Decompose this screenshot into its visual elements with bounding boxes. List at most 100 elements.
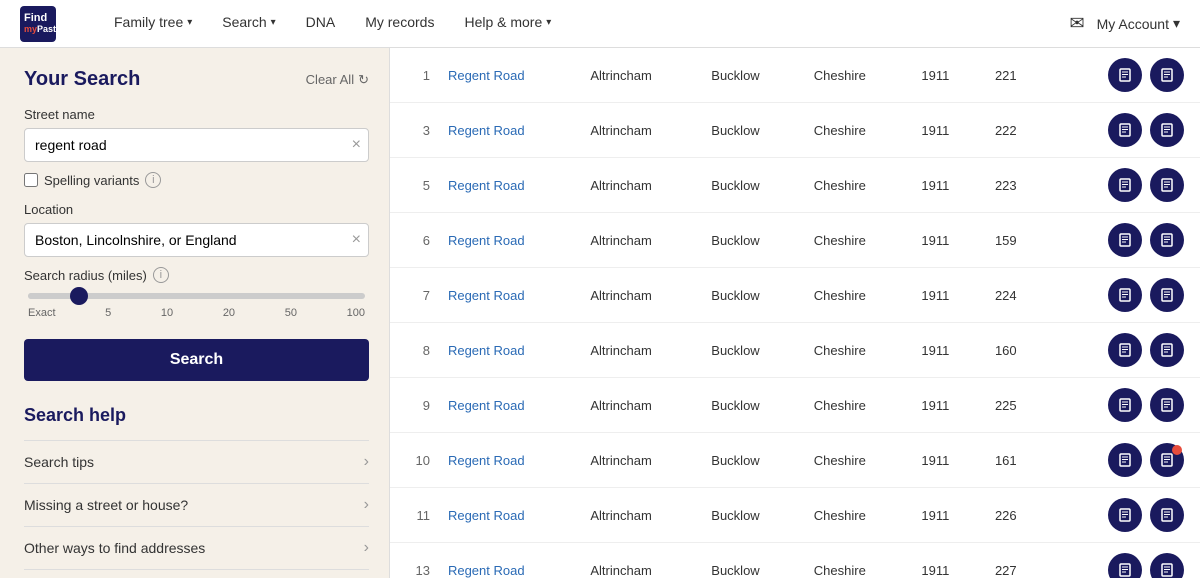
other-ways-item[interactable]: Other ways to find addresses ›: [24, 526, 369, 570]
table-row: 6 Regent Road Altrincham Bucklow Cheshir…: [390, 213, 1200, 268]
logo[interactable]: Find myPast: [20, 6, 62, 42]
view-record-button[interactable]: [1108, 58, 1142, 92]
county: Cheshire: [802, 433, 910, 488]
county: Cheshire: [802, 268, 910, 323]
row-number: 13: [390, 543, 436, 578]
search-radius-info-icon[interactable]: i: [153, 267, 169, 283]
table-row: 5 Regent Road Altrincham Bucklow Cheshir…: [390, 158, 1200, 213]
county: Cheshire: [802, 158, 910, 213]
row-number: 6: [390, 213, 436, 268]
clear-all-button[interactable]: Clear All ↻: [306, 72, 369, 88]
spelling-variants-checkbox[interactable]: [24, 173, 38, 187]
street-name-label: Street name: [24, 107, 369, 122]
view-record-button[interactable]: [1108, 168, 1142, 202]
street-link[interactable]: Regent Road: [436, 48, 578, 103]
street-name-clear-icon[interactable]: ×: [352, 136, 361, 154]
save-record-button[interactable]: [1150, 333, 1184, 367]
view-record-button[interactable]: [1108, 553, 1142, 578]
nav-right: ✉ My Account ▾: [1070, 13, 1181, 34]
chevron-down-icon: ▾: [271, 17, 276, 28]
town: Altrincham: [578, 378, 699, 433]
district: Bucklow: [699, 323, 802, 378]
table-row: 9 Regent Road Altrincham Bucklow Cheshir…: [390, 378, 1200, 433]
row-actions: [1048, 323, 1200, 378]
search-button[interactable]: Search: [24, 339, 369, 381]
street-link[interactable]: Regent Road: [436, 433, 578, 488]
main-content: 1 Regent Road Altrincham Bucklow Cheshir…: [390, 48, 1200, 578]
district: Bucklow: [699, 488, 802, 543]
street-link[interactable]: Regent Road: [436, 378, 578, 433]
save-record-button[interactable]: [1150, 498, 1184, 532]
slider-labels: Exact 5 10 20 50 100: [28, 307, 365, 319]
chevron-right-icon: ›: [364, 539, 369, 557]
street-link[interactable]: Regent Road: [436, 268, 578, 323]
row-number: 8: [390, 323, 436, 378]
page: 159: [983, 213, 1048, 268]
slider-track: [28, 293, 365, 299]
missing-street-item[interactable]: Missing a street or house? ›: [24, 483, 369, 526]
town: Altrincham: [578, 323, 699, 378]
year: 1911: [909, 158, 983, 213]
your-search-title: Your Search: [24, 68, 140, 91]
save-record-button[interactable]: [1150, 58, 1184, 92]
mail-icon[interactable]: ✉: [1070, 13, 1085, 34]
save-record-button[interactable]: [1150, 388, 1184, 422]
view-record-button[interactable]: [1108, 223, 1142, 257]
page: 226: [983, 488, 1048, 543]
nav-my-records[interactable]: My records: [353, 0, 446, 48]
my-account-button[interactable]: My Account ▾: [1097, 15, 1180, 32]
row-actions: [1048, 268, 1200, 323]
district: Bucklow: [699, 213, 802, 268]
spelling-variants-info-icon[interactable]: i: [145, 172, 161, 188]
county: Cheshire: [802, 48, 910, 103]
search-radius-slider[interactable]: Exact 5 10 20 50 100: [24, 293, 369, 319]
location-label: Location: [24, 202, 369, 217]
street-link[interactable]: Regent Road: [436, 543, 578, 578]
sidebar: Your Search Clear All ↻ Street name × Sp…: [0, 48, 390, 578]
table-row: 3 Regent Road Altrincham Bucklow Cheshir…: [390, 103, 1200, 158]
street-link[interactable]: Regent Road: [436, 103, 578, 158]
nav-family-tree[interactable]: Family tree ▾: [102, 0, 204, 48]
nav-search[interactable]: Search ▾: [210, 0, 287, 48]
save-record-button[interactable]: [1150, 168, 1184, 202]
table-row: 8 Regent Road Altrincham Bucklow Cheshir…: [390, 323, 1200, 378]
row-number: 1: [390, 48, 436, 103]
row-actions: [1048, 103, 1200, 158]
navbar: Find myPast Family tree ▾ Search ▾ DNA M…: [0, 0, 1200, 48]
location-input[interactable]: [24, 223, 369, 257]
search-tips-item[interactable]: Search tips ›: [24, 440, 369, 483]
street-link[interactable]: Regent Road: [436, 488, 578, 543]
page: 222: [983, 103, 1048, 158]
location-clear-icon[interactable]: ×: [352, 231, 361, 249]
street-link[interactable]: Regent Road: [436, 213, 578, 268]
view-record-button[interactable]: [1108, 333, 1142, 367]
nav-dna[interactable]: DNA: [294, 0, 348, 48]
search-help-title: Search help: [24, 405, 369, 426]
spelling-variants-row: Spelling variants i: [24, 172, 369, 188]
slider-thumb[interactable]: [70, 287, 88, 305]
view-record-button[interactable]: [1108, 113, 1142, 147]
town: Altrincham: [578, 213, 699, 268]
nav-help[interactable]: Help & more ▾: [452, 0, 563, 48]
view-record-button[interactable]: [1108, 443, 1142, 477]
row-actions: [1048, 48, 1200, 103]
street-link[interactable]: Regent Road: [436, 323, 578, 378]
town: Altrincham: [578, 543, 699, 578]
search-radius-label: Search radius (miles) i: [24, 267, 369, 283]
district: Bucklow: [699, 103, 802, 158]
county: Cheshire: [802, 103, 910, 158]
street-link[interactable]: Regent Road: [436, 158, 578, 213]
row-actions: [1048, 378, 1200, 433]
table-row: 13 Regent Road Altrincham Bucklow Cheshi…: [390, 543, 1200, 578]
street-name-input[interactable]: [24, 128, 369, 162]
save-record-button[interactable]: [1150, 443, 1184, 477]
save-record-button[interactable]: [1150, 113, 1184, 147]
view-record-button[interactable]: [1108, 278, 1142, 312]
table-row: 1 Regent Road Altrincham Bucklow Cheshir…: [390, 48, 1200, 103]
view-record-button[interactable]: [1108, 388, 1142, 422]
save-record-button[interactable]: [1150, 278, 1184, 312]
save-record-button[interactable]: [1150, 553, 1184, 578]
year: 1911: [909, 433, 983, 488]
view-record-button[interactable]: [1108, 498, 1142, 532]
save-record-button[interactable]: [1150, 223, 1184, 257]
